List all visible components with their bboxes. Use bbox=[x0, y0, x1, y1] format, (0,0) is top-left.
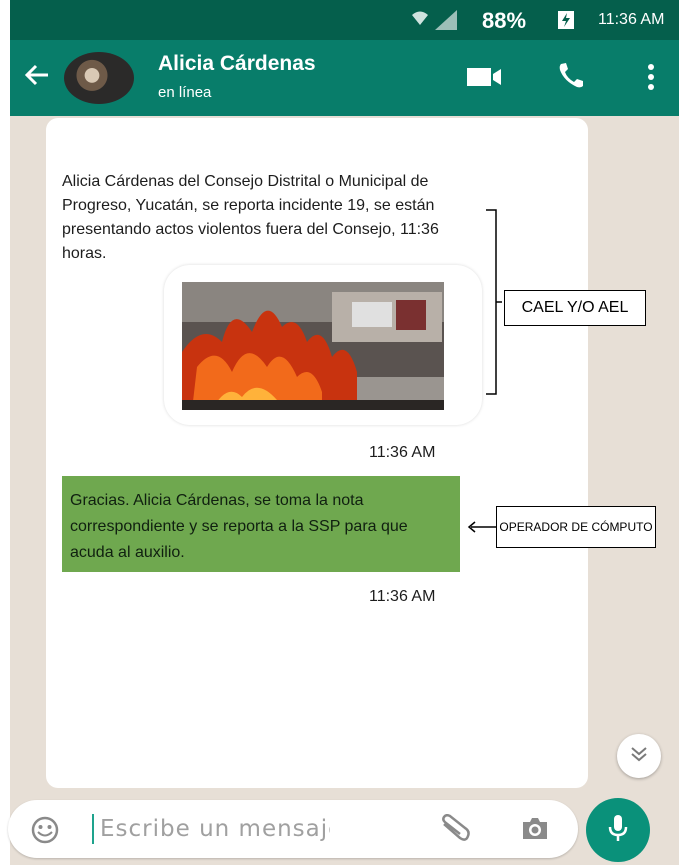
arrow-left-icon bbox=[467, 521, 497, 533]
wifi-icon bbox=[410, 8, 430, 33]
more-vert-icon[interactable] bbox=[646, 62, 656, 97]
video-call-icon[interactable] bbox=[465, 64, 505, 95]
double-chevron-down-icon bbox=[629, 746, 649, 767]
scroll-down-button[interactable] bbox=[617, 734, 661, 778]
mic-button[interactable] bbox=[586, 798, 650, 862]
message-time: 11:36 AM bbox=[369, 444, 436, 461]
message-input[interactable] bbox=[100, 812, 330, 846]
avatar[interactable] bbox=[64, 52, 134, 104]
text-caret bbox=[92, 814, 94, 844]
bracket-annotation bbox=[486, 209, 502, 395]
contact-name[interactable]: Alicia Cárdenas bbox=[158, 52, 316, 76]
back-arrow-icon[interactable] bbox=[22, 60, 52, 95]
camera-icon[interactable] bbox=[520, 816, 550, 847]
chat-header: Alicia Cárdenas en línea bbox=[10, 40, 679, 116]
contact-status: en línea bbox=[158, 84, 212, 101]
status-clock: 11:36 AM bbox=[598, 11, 665, 28]
phone-screen: 88% 11:36 AM Alicia Cárdenas en línea bbox=[10, 0, 679, 865]
annotation-sender-label: CAEL Y/O AEL bbox=[504, 290, 646, 326]
battery-charging-icon bbox=[556, 10, 576, 35]
signal-icon bbox=[435, 10, 457, 35]
status-bar: 88% 11:36 AM bbox=[10, 0, 679, 40]
annotation-operator-label: OPERADOR DE CÓMPUTO bbox=[496, 506, 656, 548]
mic-icon bbox=[606, 813, 630, 848]
fire-photo[interactable] bbox=[182, 282, 444, 410]
reply-message-text: Gracias. Alicia Cárdenas, se toma la not… bbox=[62, 476, 460, 572]
message-composer bbox=[8, 800, 578, 858]
emoji-icon[interactable] bbox=[30, 815, 60, 850]
battery-percent: 88% bbox=[482, 8, 527, 33]
attach-icon[interactable] bbox=[438, 813, 472, 849]
incoming-message-text: Alicia Cárdenas del Consejo Distrital o … bbox=[62, 173, 439, 262]
message-time: 11:36 AM bbox=[369, 588, 436, 605]
phone-icon[interactable] bbox=[555, 60, 587, 97]
